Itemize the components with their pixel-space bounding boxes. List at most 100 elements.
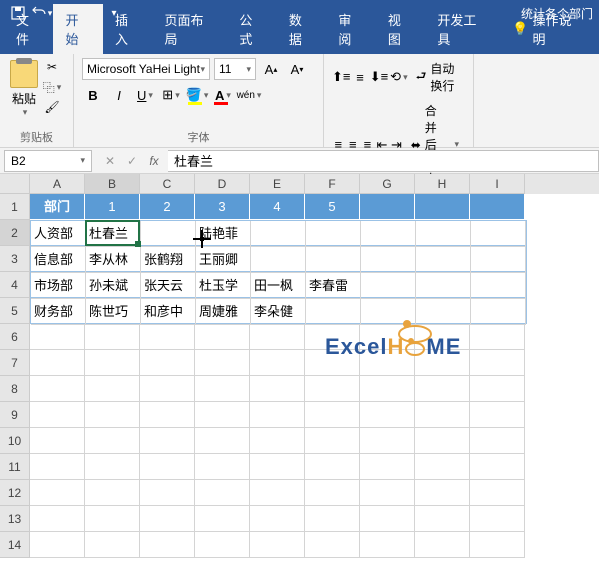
cell[interactable] [85, 428, 140, 454]
cell[interactable] [360, 324, 415, 350]
cell[interactable] [415, 428, 470, 454]
font-name-select[interactable]: Microsoft YaHei Light▾ [82, 58, 210, 80]
cell[interactable]: 孙未斌 [86, 273, 141, 299]
cell[interactable] [471, 273, 526, 299]
row-header[interactable]: 2 [0, 220, 30, 246]
cell[interactable] [30, 506, 85, 532]
cell[interactable]: 部门 [30, 194, 85, 220]
cell[interactable]: 田一枫 [251, 273, 306, 299]
tab-insert[interactable]: 插入 [103, 4, 152, 54]
select-all-corner[interactable] [0, 174, 30, 194]
cell[interactable]: 陈世巧 [86, 299, 141, 325]
tab-developer[interactable]: 开发工具 [425, 4, 500, 54]
tab-file[interactable]: 文件 [4, 4, 53, 54]
cell[interactable] [30, 402, 85, 428]
cell[interactable] [250, 454, 305, 480]
cell[interactable] [141, 221, 196, 247]
row-header[interactable]: 1 [0, 194, 30, 220]
copy-icon[interactable]: ⿻▾ [42, 78, 62, 96]
format-painter-icon[interactable]: 🖌 [42, 98, 62, 116]
decrease-font-icon[interactable]: A▾ [286, 58, 308, 80]
font-color-button[interactable]: A▾ [212, 84, 234, 106]
cell[interactable] [360, 376, 415, 402]
cell[interactable]: 1 [85, 194, 140, 220]
cell[interactable] [250, 532, 305, 558]
cell[interactable] [85, 402, 140, 428]
cell[interactable]: 财务部 [31, 299, 86, 325]
cell[interactable] [305, 402, 360, 428]
cell[interactable]: 周婕雅 [196, 299, 251, 325]
cell[interactable] [470, 324, 525, 350]
cell[interactable] [471, 247, 526, 273]
tab-data[interactable]: 数据 [277, 4, 326, 54]
cell[interactable]: 张鹤翔 [141, 247, 196, 273]
cell[interactable] [195, 480, 250, 506]
cell[interactable] [195, 350, 250, 376]
cell[interactable] [415, 350, 470, 376]
cell[interactable] [250, 506, 305, 532]
cell[interactable] [140, 454, 195, 480]
col-header[interactable]: C [140, 174, 195, 194]
cell[interactable] [470, 376, 525, 402]
col-header[interactable]: H [415, 174, 470, 194]
cell[interactable] [415, 506, 470, 532]
cell[interactable] [30, 428, 85, 454]
col-header[interactable]: E [250, 174, 305, 194]
cell[interactable] [360, 194, 415, 220]
cell[interactable] [140, 350, 195, 376]
cell[interactable] [195, 402, 250, 428]
cell[interactable] [415, 324, 470, 350]
cell[interactable] [195, 428, 250, 454]
cell[interactable]: 王丽卿 [196, 247, 251, 273]
cell[interactable] [195, 454, 250, 480]
cell[interactable] [415, 532, 470, 558]
row-header[interactable]: 14 [0, 532, 30, 558]
cell[interactable] [415, 480, 470, 506]
cell[interactable] [360, 532, 415, 558]
cell[interactable] [85, 454, 140, 480]
cell[interactable] [85, 480, 140, 506]
col-header[interactable]: D [195, 174, 250, 194]
cell[interactable]: 市场部 [31, 273, 86, 299]
cell[interactable] [305, 350, 360, 376]
cell[interactable] [140, 480, 195, 506]
fx-icon[interactable]: fx [144, 151, 164, 171]
cell[interactable] [470, 350, 525, 376]
tab-layout[interactable]: 页面布局 [152, 4, 227, 54]
tab-help[interactable]: 💡操作说明 [500, 4, 595, 54]
name-box[interactable]: B2▾ [4, 150, 92, 172]
cell[interactable]: 2 [140, 194, 195, 220]
cell[interactable] [250, 350, 305, 376]
tab-review[interactable]: 审阅 [326, 4, 375, 54]
cell[interactable] [30, 532, 85, 558]
cell[interactable]: 人资部 [31, 221, 86, 247]
cell[interactable] [360, 350, 415, 376]
cell[interactable]: 杜春兰 [86, 221, 141, 247]
cell[interactable] [30, 454, 85, 480]
cell[interactable]: 3 [195, 194, 250, 220]
cell[interactable] [471, 299, 526, 325]
bold-button[interactable]: B [82, 84, 104, 106]
underline-button[interactable]: U▾ [134, 84, 156, 106]
cell[interactable] [85, 324, 140, 350]
cut-icon[interactable]: ✂ [42, 58, 62, 76]
cell[interactable] [140, 532, 195, 558]
border-button[interactable]: ⊞▾ [160, 84, 182, 106]
cell[interactable] [30, 480, 85, 506]
cell[interactable]: 李从林 [86, 247, 141, 273]
col-header[interactable]: A [30, 174, 85, 194]
cancel-icon[interactable]: ✕ [100, 151, 120, 171]
cell[interactable] [415, 376, 470, 402]
cell[interactable] [360, 506, 415, 532]
font-size-select[interactable]: 11▾ [214, 58, 256, 80]
cell[interactable] [470, 480, 525, 506]
cell[interactable] [416, 273, 471, 299]
italic-button[interactable]: I [108, 84, 130, 106]
cell[interactable] [250, 428, 305, 454]
cell[interactable]: 张天云 [141, 273, 196, 299]
orientation-icon[interactable]: ⟲▾ [390, 66, 407, 88]
cell[interactable] [306, 221, 361, 247]
cell[interactable]: 杜玉学 [196, 273, 251, 299]
row-header[interactable]: 12 [0, 480, 30, 506]
row-header[interactable]: 7 [0, 350, 30, 376]
